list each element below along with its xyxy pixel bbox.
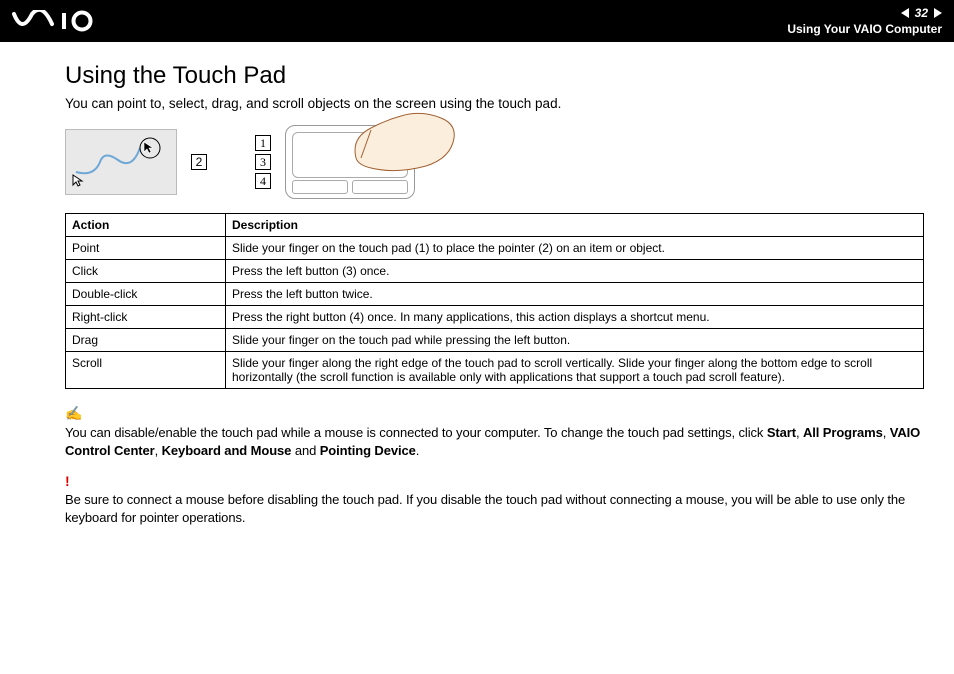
table-row: Right-clickPress the right button (4) on… [66, 306, 924, 329]
cursor-small-icon [72, 174, 86, 188]
col-description: Description [226, 214, 924, 237]
vaio-logo [12, 10, 122, 32]
callout-1: 1 [255, 135, 271, 151]
prev-page-arrow[interactable] [901, 8, 909, 18]
intro-text: You can point to, select, drag, and scro… [65, 96, 924, 111]
callout-4: 4 [255, 173, 271, 189]
cursor-target-icon [138, 136, 162, 160]
actions-table: Action Description PointSlide your finge… [65, 213, 924, 389]
col-action: Action [66, 214, 226, 237]
page-number: 32 [915, 6, 928, 20]
section-title: Using Your VAIO Computer [787, 22, 942, 36]
note-icon: ✍ [65, 405, 924, 422]
hand-icon [346, 108, 466, 188]
next-page-arrow[interactable] [934, 8, 942, 18]
screen-illustration [65, 129, 177, 195]
table-row: PointSlide your finger on the touch pad … [66, 237, 924, 260]
page-content: Using the Touch Pad You can point to, se… [0, 42, 954, 560]
page-header: 32 Using Your VAIO Computer [0, 0, 954, 42]
warning-icon: ! [65, 473, 924, 489]
figure-row: 2 1 3 4 [65, 125, 924, 199]
table-row: Double-clickPress the left button twice. [66, 283, 924, 306]
callout-column: 1 3 4 [255, 135, 271, 189]
table-row: DragSlide your finger on the touch pad w… [66, 329, 924, 352]
callout-3: 3 [255, 154, 271, 170]
tip-text: You can disable/enable the touch pad whi… [65, 424, 924, 459]
table-row: ClickPress the left button (3) once. [66, 260, 924, 283]
callout-2: 2 [191, 154, 207, 170]
table-row: ScrollSlide your finger along the right … [66, 352, 924, 389]
warning-text: Be sure to connect a mouse before disabl… [65, 491, 924, 526]
touchpad-illustration [285, 125, 415, 199]
pager: 32 [901, 6, 942, 20]
page-title: Using the Touch Pad [65, 62, 924, 90]
